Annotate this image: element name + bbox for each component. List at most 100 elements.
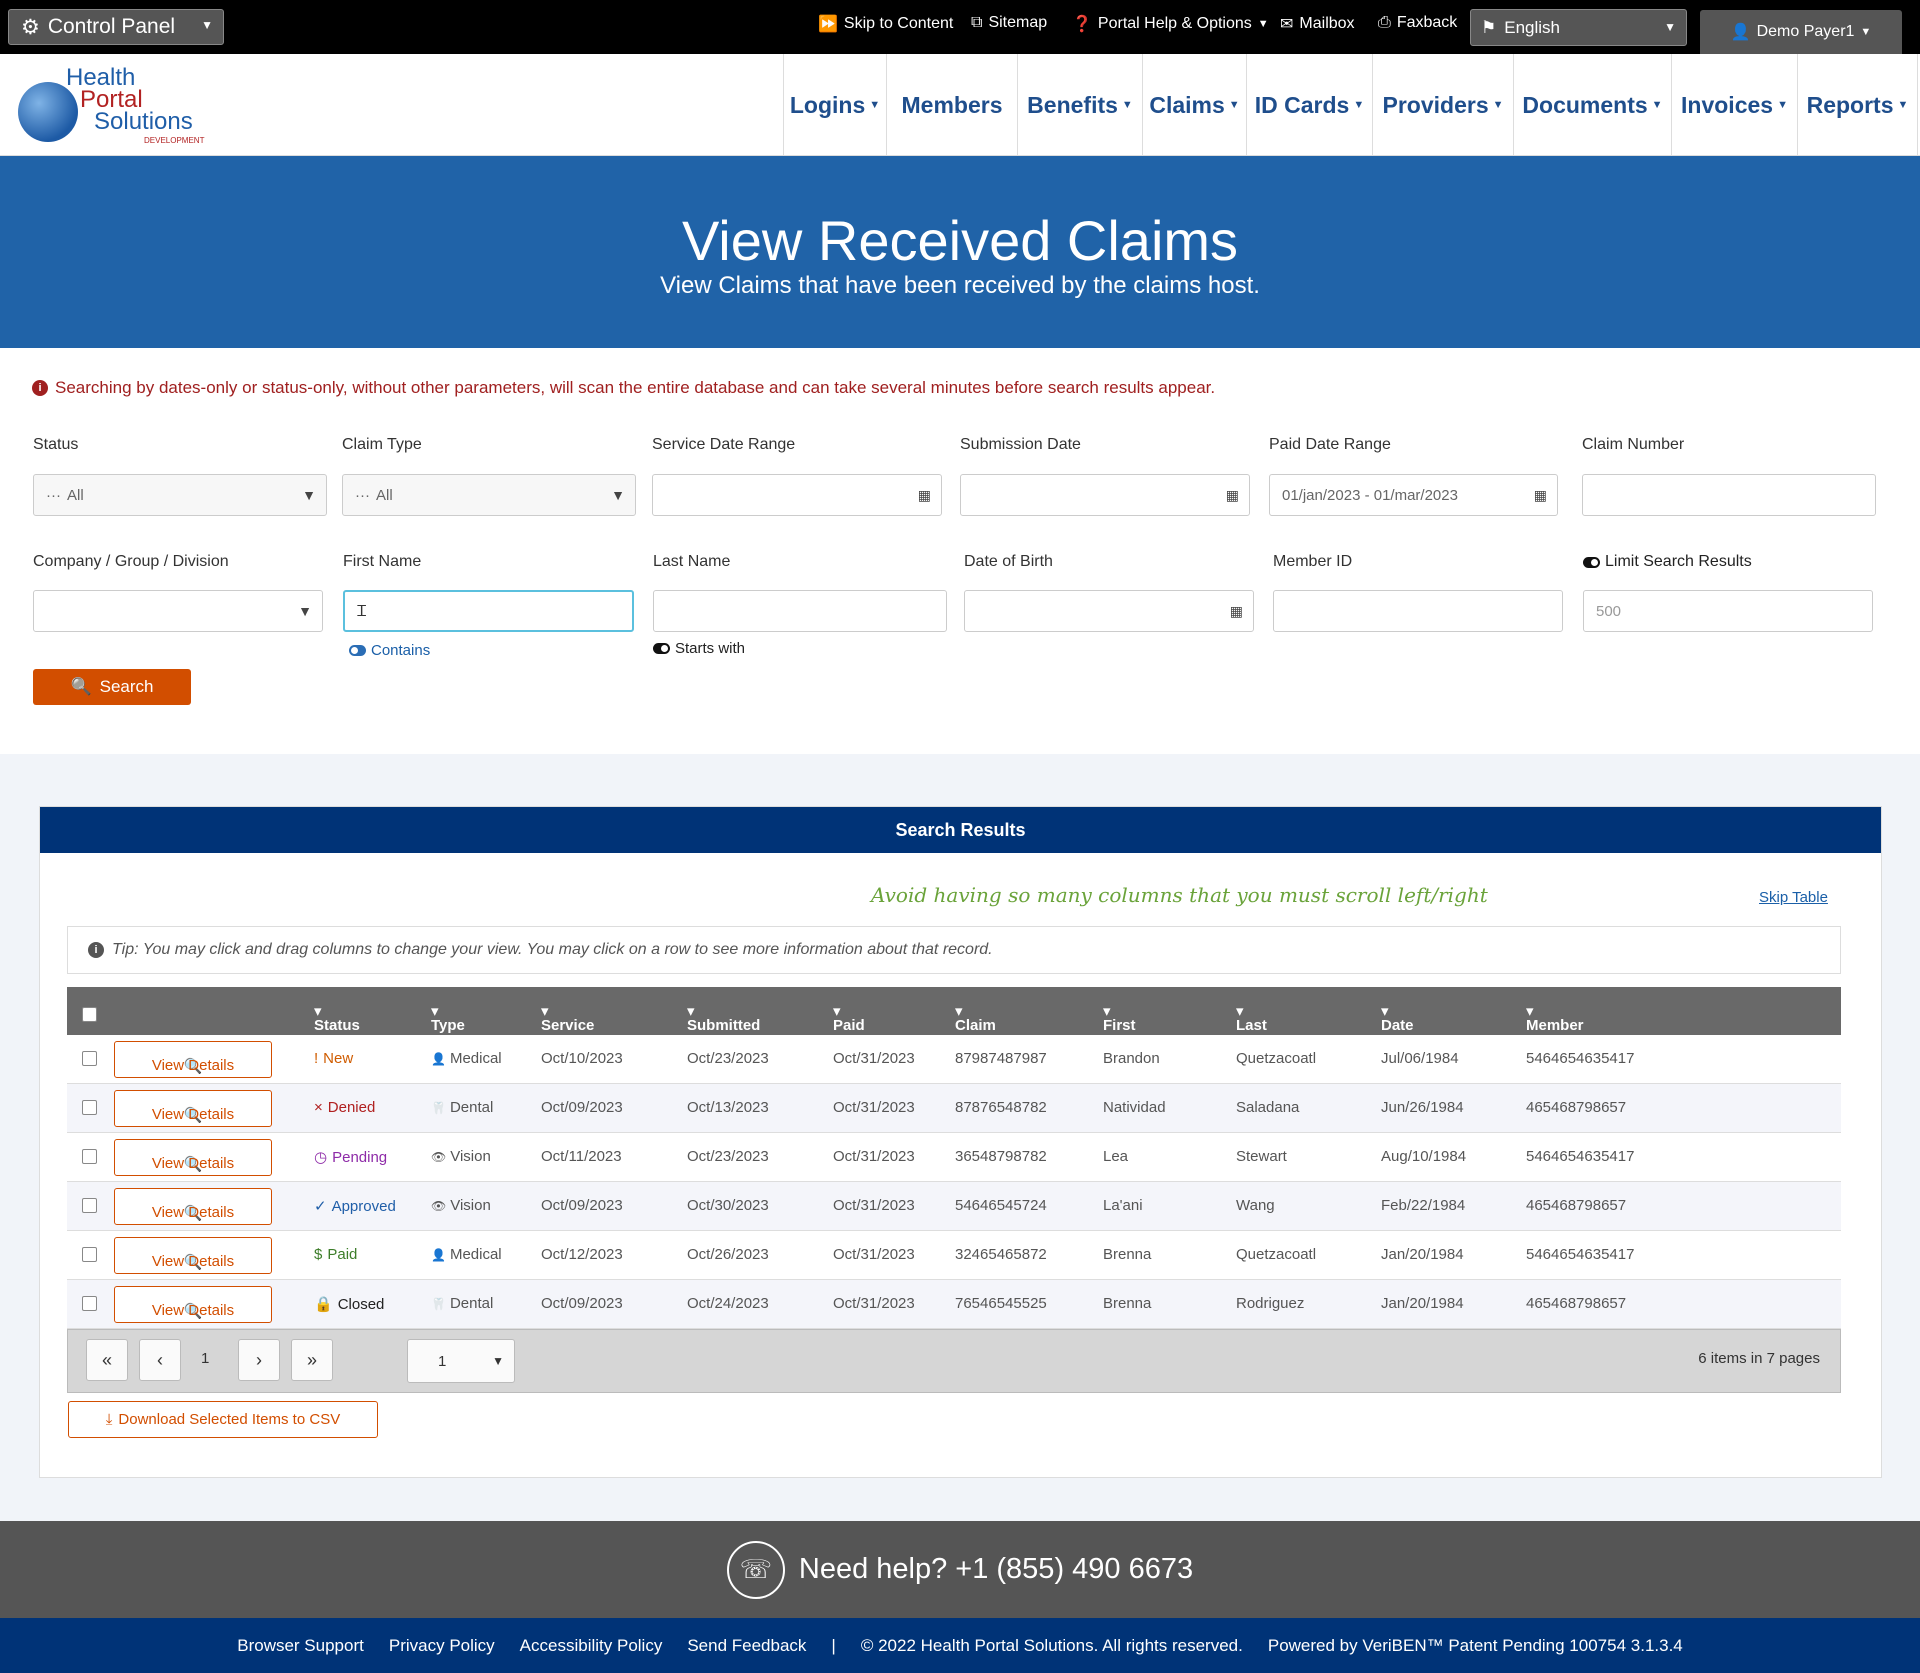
logo[interactable]: Health Portal Solutions DEVELOPMENT [18,66,204,146]
last-cell: Saladana [1236,1099,1300,1116]
current-page[interactable]: 1 [201,1350,209,1367]
first-page-button[interactable]: « [86,1339,128,1381]
view-details-button[interactable]: 🔍 View Details [114,1188,272,1225]
limit-input[interactable]: 500 [1583,590,1873,632]
claim-number-input[interactable] [1582,474,1876,516]
col-type[interactable]: Type ▾ [431,1002,465,1034]
tip-box: i Tip: You may click and drag columns to… [67,926,1841,974]
nav-logins[interactable]: Logins ▼ [783,54,886,156]
calendar-icon[interactable]: ▦ [1230,603,1243,620]
col-last-name[interactable]: Last Name ▾ [1236,1002,1277,1051]
service-date-input[interactable]: ▦ [652,474,942,516]
control-panel-dropdown[interactable]: ⚙ Control Panel ▼ [8,9,224,45]
prev-page-button[interactable]: ‹ [139,1339,181,1381]
first-name-input[interactable]: Ꮖ [343,590,634,632]
claim-type-value: All [376,486,393,504]
nav-documents[interactable]: Documents ▼ [1513,54,1671,156]
select-all-checkbox[interactable] [82,1007,97,1022]
col-dob[interactable]: Date of Birth ▾ [1381,1002,1416,1068]
download-csv-button[interactable]: ⤓ Download Selected Items to CSV [68,1401,378,1438]
view-details-button[interactable]: 🔍 View Details [114,1090,272,1127]
last-name-input[interactable] [653,590,947,632]
col-status[interactable]: Status ▾ [314,1002,360,1034]
calendar-icon[interactable]: ▦ [1226,487,1239,504]
gear-icon: ⚙ [21,15,40,39]
view-details-label: View Details [151,1253,235,1270]
col-submitted-date[interactable]: Submitted Date ▾ [687,1002,760,1051]
type-cell: 👁 Vision [431,1148,491,1165]
paid-date-input[interactable]: 01/jan/2023 - 01/mar/2023 ▦ [1269,474,1558,516]
nav-benefits[interactable]: Benefits ▼ [1017,54,1142,156]
user-name: Demo Payer1 [1756,23,1855,40]
row-checkbox[interactable] [82,1198,97,1213]
calendar-icon[interactable]: ▦ [1534,487,1547,504]
limit-placeholder: 500 [1596,602,1622,620]
last-page-button[interactable]: » [291,1339,333,1381]
calendar-icon[interactable]: ▦ [918,487,931,504]
footer-link-accessibility[interactable]: Accessibility Policy [520,1636,663,1656]
col-first-name[interactable]: First Name ▾ [1103,1002,1144,1051]
faxback-link[interactable]: ⎙ Faxback [1378,14,1457,32]
claim-cell: 87876548782 [955,1099,1047,1116]
footer-link-privacy[interactable]: Privacy Policy [389,1636,495,1656]
next-page-button[interactable]: › [238,1339,280,1381]
skip-to-content-link[interactable]: ⏩ Skip to Content [818,14,953,34]
nav-invoices[interactable]: Invoices ▼ [1671,54,1797,156]
status-select[interactable]: ··· All ▼ [33,474,327,516]
footer-link-browser-support[interactable]: Browser Support [237,1636,364,1656]
col-paid-date[interactable]: Paid Date ▾ [833,1002,866,1051]
view-details-button[interactable]: 🔍 View Details [114,1237,272,1274]
search-results-header: Search Results [40,807,1881,853]
sitemap-link[interactable]: ⧉ Sitemap [971,14,1047,32]
help-phone-text: Need help? +1 (855) 490 6673 [798,1553,1194,1585]
nav-id-cards[interactable]: ID Cards ▼ [1246,54,1372,156]
nav-claims[interactable]: Claims ▼ [1142,54,1246,156]
table-row[interactable]: 🔍 View Details ◷ Pending 👁 Vision Oct/11/2023 O… [67,1133,1841,1182]
claim-type-select[interactable]: ··· All ▼ [342,474,636,516]
col-claim-number[interactable]: Claim Number ▾ [955,1002,1012,1051]
table-row[interactable]: 🔍 View Details 🔒 Closed 🦷 Dental Oct/09/2023 Oc… [67,1280,1841,1329]
table-row[interactable]: 🔍 View Details ✓ Approved 👁 Vision Oct/09/2023… [67,1182,1841,1231]
status-cell: ✓ Approved [314,1197,396,1215]
limit-results-toggle[interactable]: Limit Search Results [1583,553,1752,571]
view-details-button[interactable]: 🔍 View Details [114,1041,272,1078]
footer-link-feedback[interactable]: Send Feedback [687,1636,806,1656]
status-value: All [67,486,84,504]
language-select[interactable]: ⚑ English ▼ [1470,9,1687,46]
company-select[interactable]: ▼ [33,590,323,632]
row-checkbox[interactable] [82,1296,97,1311]
portal-help-dropdown[interactable]: ❓ Portal Help & Options ▼ [1072,14,1269,34]
row-checkbox[interactable] [82,1100,97,1115]
view-details-button[interactable]: 🔍 View Details [114,1139,272,1176]
table-row[interactable]: 🔍 View Details! New 👤 Medical Oct/10/2023 Oct/… [67,1035,1841,1084]
page-select[interactable]: 1 ▼ [407,1339,515,1383]
claim-cell: 54646545724 [955,1197,1047,1214]
table-row[interactable]: 🔍 View Details $ Paid 👤 Medical Oct/12/2023 Oct… [67,1231,1841,1280]
table-row[interactable]: 🔍 View Details × Denied 🦷 Dental Oct/09/2023 Oc… [67,1084,1841,1133]
row-checkbox[interactable] [82,1051,97,1066]
nav-reports[interactable]: Reports ▼ [1797,54,1918,156]
view-details-button[interactable]: 🔍 View Details [114,1286,272,1323]
row-checkbox[interactable] [82,1149,97,1164]
chevron-down-icon: ▼ [1121,99,1133,111]
skip-table-link[interactable]: Skip Table [1759,889,1828,906]
status-label: Paid [327,1246,358,1263]
col-member-id[interactable]: Member ID ▾ [1526,1002,1584,1051]
row-checkbox[interactable] [82,1247,97,1262]
info-icon: i [88,942,104,958]
starts-with-toggle[interactable]: Starts with [653,640,745,657]
user-menu[interactable]: 👤 Demo Payer1 ▼ [1700,10,1902,54]
fax-icon: ⎙ [1378,14,1391,31]
mailbox-link[interactable]: ✉ Mailbox [1280,14,1355,34]
col-service-date[interactable]: Service Date ▾ [541,1002,594,1051]
contains-toggle[interactable]: Contains [349,642,430,659]
submission-date-input[interactable]: ▦ [960,474,1250,516]
nav-providers[interactable]: Providers ▼ [1372,54,1513,156]
dob-input[interactable]: ▦ [964,590,1254,632]
last-cell: Wang [1236,1197,1275,1214]
starts-with-label: Starts with [675,640,746,657]
member-id-input[interactable] [1273,590,1563,632]
search-button[interactable]: 🔍 Search [33,669,191,705]
nav-members[interactable]: Members [886,54,1017,156]
page-info: 6 items in 7 pages [1698,1350,1820,1367]
